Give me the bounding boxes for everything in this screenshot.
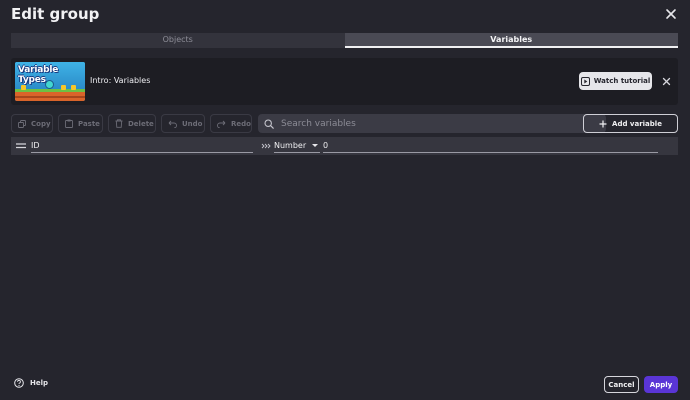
watch-tutorial-button[interactable]: Watch tutorial: [579, 72, 652, 90]
chevron-down-icon: [312, 144, 318, 147]
plus-icon: [599, 120, 607, 127]
variables-toolbar: Copy Paste Delete Undo Redo Search varia…: [11, 114, 678, 133]
dialog-title: Edit group: [11, 5, 100, 23]
variable-name-field[interactable]: ID: [31, 139, 253, 153]
undo-icon: [168, 120, 177, 128]
search-box[interactable]: [258, 114, 606, 133]
play-icon: [580, 76, 590, 86]
tab-bar: Objects Variables: [11, 33, 678, 48]
add-variable-label: Add variable: [612, 119, 662, 128]
redo-button[interactable]: Redo: [210, 114, 252, 133]
tutorial-banner: Variable Types Intro: Variables Watch tu…: [11, 58, 678, 105]
variable-row: ID Number 0: [11, 137, 678, 155]
delete-label: Delete: [128, 119, 154, 128]
coin-icon: [71, 85, 76, 90]
undo-label: Undo: [182, 119, 203, 128]
redo-icon: [217, 120, 226, 128]
copy-label: Copy: [31, 119, 51, 128]
delete-button[interactable]: Delete: [108, 114, 156, 133]
number-type-icon: [261, 143, 271, 149]
cancel-button[interactable]: Cancel: [604, 376, 639, 393]
watch-tutorial-label: Watch tutorial: [593, 77, 651, 85]
dismiss-tutorial-icon[interactable]: [662, 77, 671, 86]
thumbnail-title: Variable Types: [18, 65, 59, 85]
tutorial-label: Intro: Variables: [90, 76, 151, 85]
coin-icon: [61, 85, 66, 90]
paste-button[interactable]: Paste: [58, 114, 103, 133]
redo-label: Redo: [231, 119, 251, 128]
coin-icon: [21, 85, 26, 90]
search-icon: [264, 118, 274, 129]
paste-label: Paste: [78, 119, 100, 128]
trash-icon: [115, 119, 123, 128]
apply-button[interactable]: Apply: [644, 376, 678, 393]
tutorial-thumbnail[interactable]: Variable Types: [15, 62, 85, 101]
tab-variables[interactable]: Variables: [344, 33, 678, 48]
close-icon[interactable]: [664, 7, 678, 21]
help-label: Help: [30, 379, 49, 387]
clipboard-icon: [65, 119, 73, 128]
variable-type-select[interactable]: Number: [274, 139, 320, 153]
tab-objects[interactable]: Objects: [11, 33, 345, 48]
undo-button[interactable]: Undo: [161, 114, 205, 133]
add-variable-button[interactable]: Add variable: [583, 114, 678, 133]
variable-value-field[interactable]: 0: [323, 139, 658, 153]
copy-button[interactable]: Copy: [11, 114, 53, 133]
help-button[interactable]: Help: [14, 378, 48, 388]
copy-icon: [18, 119, 26, 128]
search-input[interactable]: [281, 118, 581, 129]
drag-handle-icon[interactable]: [16, 143, 26, 149]
variable-type-label: Number: [274, 141, 307, 150]
help-icon: [14, 378, 24, 388]
thumbnail-ground-stripe: [15, 96, 85, 98]
